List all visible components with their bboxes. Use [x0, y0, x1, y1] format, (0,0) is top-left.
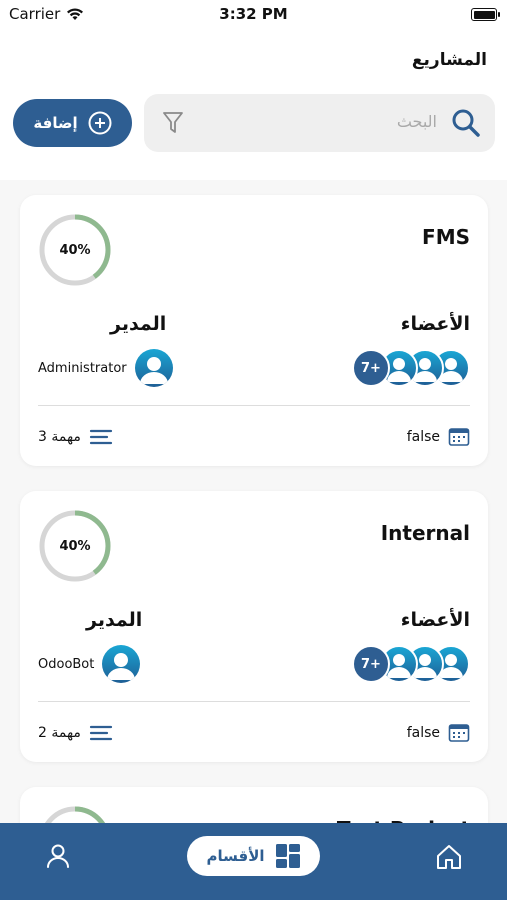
tasks-label: 2 مهمة [38, 725, 81, 741]
battery-icon [471, 8, 500, 21]
date-label: false [406, 429, 440, 445]
tasks-count: 2 مهمة [38, 723, 113, 743]
tasks-count: 3 مهمة [38, 427, 113, 447]
project-card[interactable]: Internal 40% الأعضاء المدير 7+ OdooBot 2… [20, 491, 488, 762]
project-date: false [407, 723, 470, 743]
list-icon [89, 725, 113, 741]
manager-label: المدير [110, 313, 167, 335]
members-label: الأعضاء [400, 313, 470, 335]
add-label: إضافة [33, 114, 78, 132]
members-label: الأعضاء [400, 609, 470, 631]
project-name: FMS [422, 225, 470, 249]
profile-icon[interactable] [45, 843, 71, 869]
sections-button[interactable]: الأقسام [187, 836, 320, 876]
search-icon[interactable] [451, 108, 481, 138]
calendar-icon [448, 428, 470, 446]
project-date: false [407, 427, 470, 447]
add-button[interactable]: إضافة [13, 99, 132, 147]
progress-ring: 40% [38, 213, 112, 287]
members-avatars[interactable]: 7+ [352, 349, 472, 389]
members-more-badge: 7+ [352, 645, 390, 683]
members-more-badge: 7+ [352, 349, 390, 387]
date-label: false [406, 725, 440, 741]
search-placeholder[interactable]: البحث [397, 112, 437, 131]
calendar-icon [448, 724, 470, 742]
status-bar: Carrier 3:32 PM [0, 0, 507, 30]
header: المشاريع البحث إضافة [0, 30, 507, 180]
plus-circle-icon [88, 111, 112, 135]
manager-name: Administrator [38, 360, 127, 376]
manager-name: OdooBot [38, 656, 95, 672]
project-name: Internal [380, 521, 470, 545]
list-icon [89, 429, 113, 445]
tasks-label: 3 مهمة [38, 429, 81, 445]
members-avatars[interactable]: 7+ [352, 645, 472, 685]
home-icon[interactable] [435, 843, 463, 871]
sections-label: الأقسام [206, 847, 265, 865]
user-avatar-icon [134, 349, 173, 387]
progress-ring: 40% [38, 509, 112, 583]
divider [38, 405, 470, 406]
manager-info: OdooBot [38, 645, 141, 683]
progress-label: 40% [59, 538, 91, 554]
status-time: 3:32 PM [219, 5, 288, 23]
filter-icon[interactable] [162, 111, 184, 135]
bottom-nav: الأقسام [0, 823, 507, 900]
manager-label: المدير [86, 609, 143, 631]
page-title: المشاريع [411, 50, 487, 70]
progress-label: 40% [59, 242, 91, 258]
search-bar[interactable]: البحث [144, 94, 495, 152]
user-avatar-icon [102, 645, 141, 683]
divider [38, 701, 470, 702]
manager-info: Administrator [38, 349, 173, 387]
project-card[interactable]: FMS 40% الأعضاء المدير 7+ Administrator … [20, 195, 488, 466]
grid-icon [275, 844, 300, 868]
